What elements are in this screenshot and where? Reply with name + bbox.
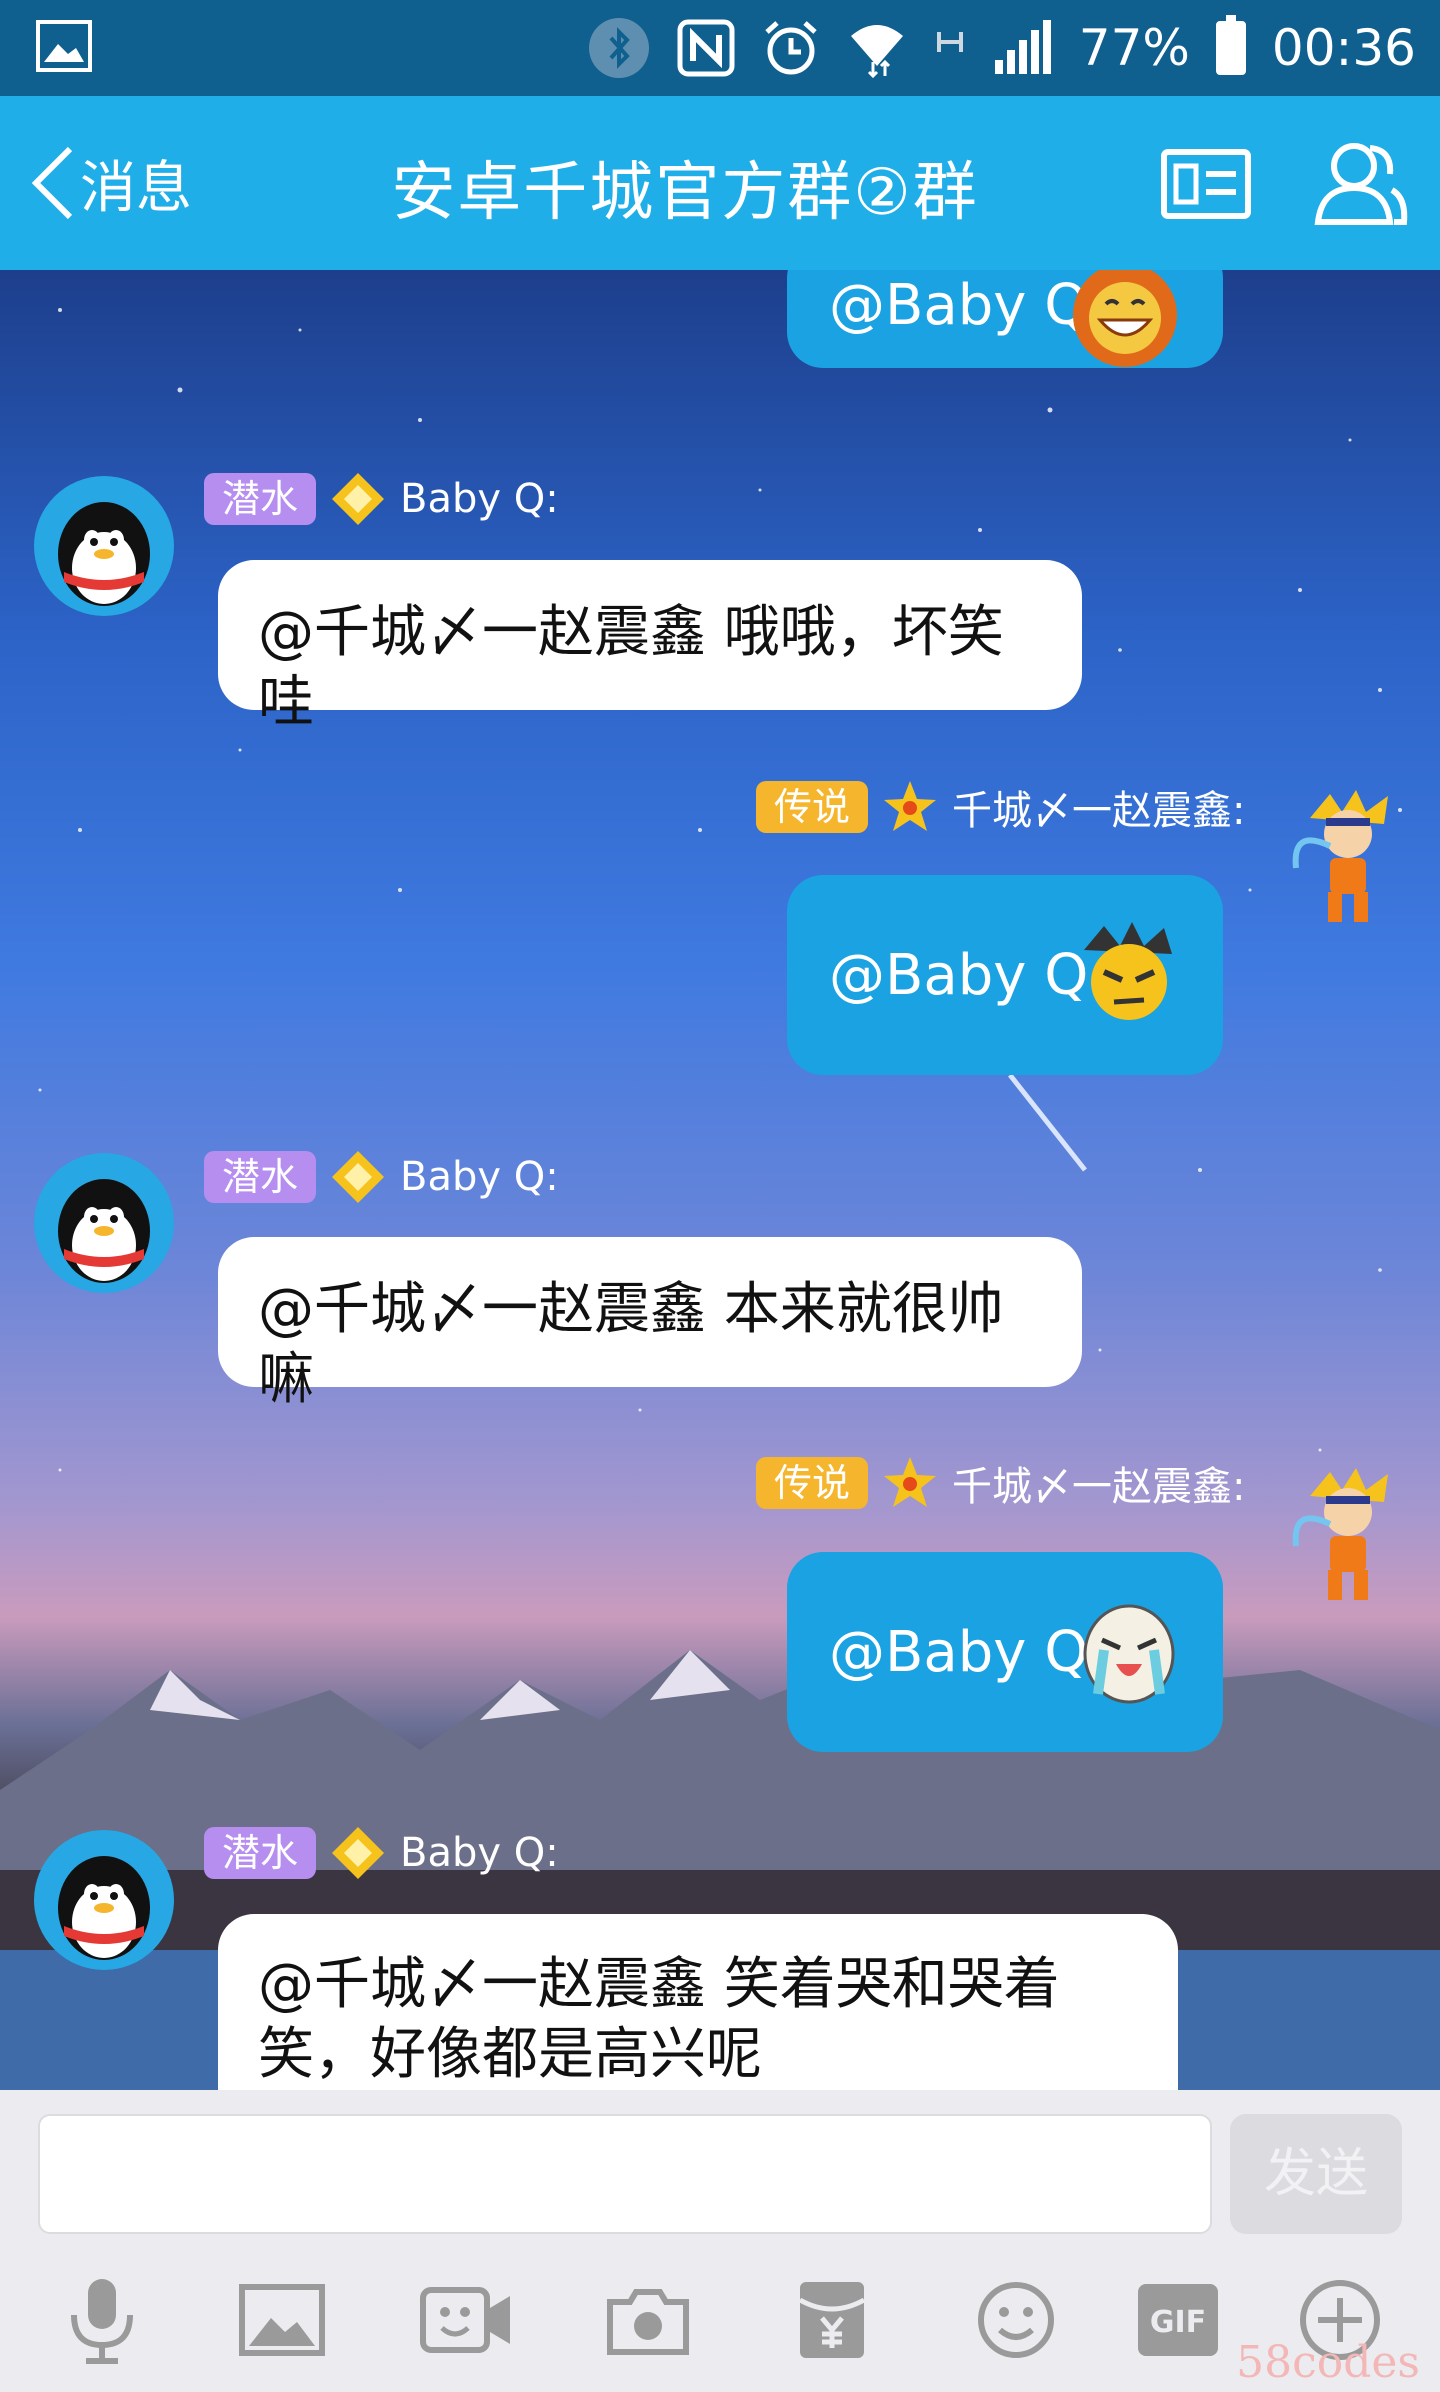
voice-button[interactable] xyxy=(52,2270,152,2370)
sender-name[interactable]: Baby Q: xyxy=(400,1154,559,1200)
sender-meta: 潜水 Baby Q: xyxy=(204,1150,559,1204)
message-text: @Baby Q xyxy=(829,272,1089,338)
message-text: @Baby Q xyxy=(829,942,1089,1008)
gallery-notification-icon xyxy=(36,20,92,72)
member-level-badge: 潜水 xyxy=(204,1827,317,1879)
nfc-icon xyxy=(677,19,735,77)
input-bar: 发送 GIF 58codes xyxy=(0,2090,1440,2392)
sender-meta: 传说 千城〆一赵震鑫: xyxy=(756,780,1246,834)
member-level-badge: 传说 xyxy=(756,1457,869,1509)
clock: 00:36 xyxy=(1271,19,1416,77)
image-button[interactable] xyxy=(232,2270,332,2370)
gif-button[interactable]: GIF xyxy=(1128,2270,1228,2370)
message-text: @Baby Q xyxy=(829,1619,1089,1685)
incoming-message-bubble[interactable]: @千城〆一赵震鑫 笑着哭和哭着 笑，好像都是高兴呢 xyxy=(218,1914,1178,2090)
smiley-icon xyxy=(978,2282,1054,2358)
incoming-message-bubble[interactable]: @千城〆一赵震鑫 哦哦，坏笑哇 xyxy=(218,560,1082,735)
naruto-avatar-icon[interactable] xyxy=(1290,788,1408,928)
angry-face-emoji-icon xyxy=(1084,922,1172,1020)
battery-icon xyxy=(1215,15,1246,75)
crying-face-emoji-icon xyxy=(1083,1604,1175,1704)
sender-name[interactable]: Baby Q: xyxy=(400,1830,559,1876)
naruto-avatar-icon[interactable] xyxy=(1290,1466,1408,1606)
camera-button[interactable] xyxy=(598,2270,698,2370)
chat-area[interactable]: @Baby Q 潜水 Baby Q: @千城〆一赵震鑫 哦哦，坏笑哇 传说 千城… xyxy=(0,270,1440,2090)
penguin-avatar-icon xyxy=(58,502,150,606)
sender-meta: 传说 千城〆一赵震鑫: xyxy=(756,1456,1246,1510)
gif-icon: GIF xyxy=(1138,2284,1218,2356)
sender-name[interactable]: 千城〆一赵震鑫: xyxy=(952,778,1245,836)
incoming-message-bubble[interactable]: @千城〆一赵震鑫 本来就很帅嘛 xyxy=(218,1237,1082,1412)
member-level-badge: 传说 xyxy=(756,781,869,833)
member-level-badge: 潜水 xyxy=(204,1151,317,1203)
diamond-star-icon xyxy=(332,473,385,525)
sender-name[interactable]: Baby Q: xyxy=(400,476,559,522)
video-camera-icon xyxy=(420,2287,510,2353)
camera-icon xyxy=(607,2289,689,2355)
battery-percent: 77% xyxy=(1078,19,1190,77)
message-input[interactable] xyxy=(38,2114,1212,2234)
emoji-button[interactable] xyxy=(966,2270,1066,2370)
member-level-badge: 潜水 xyxy=(204,473,317,525)
star-icon xyxy=(884,781,937,831)
sender-meta: 潜水 Baby Q: xyxy=(204,1826,559,1880)
group-members-icon[interactable] xyxy=(1312,136,1408,228)
penguin-avatar-icon xyxy=(58,1856,150,1960)
avatar[interactable] xyxy=(34,1830,174,1970)
red-packet-button[interactable] xyxy=(782,2270,882,2370)
penguin-avatar-icon xyxy=(58,1179,150,1283)
h-network-icon xyxy=(936,32,963,52)
input-toolbar: GIF xyxy=(0,2270,1440,2370)
wifi-icon xyxy=(850,25,903,78)
video-call-button[interactable] xyxy=(416,2270,516,2370)
message-text-line: @千城〆一赵震鑫 笑着哭和哭着 xyxy=(258,1952,1060,2017)
diamond-star-icon xyxy=(332,1827,385,1879)
status-bar: 77% 00:36 xyxy=(0,0,1440,96)
title-bar: 消息 安卓千城官方群②群 xyxy=(0,96,1440,270)
send-button[interactable]: 发送 xyxy=(1230,2114,1402,2234)
signal-icon xyxy=(994,20,1051,74)
avatar[interactable] xyxy=(34,476,174,616)
avatar[interactable] xyxy=(34,1153,174,1293)
sender-name[interactable]: 千城〆一赵震鑫: xyxy=(952,1454,1245,1512)
alarm-icon xyxy=(765,21,817,75)
diamond-star-icon xyxy=(332,1151,385,1203)
bluetooth-icon xyxy=(588,18,649,78)
laughing-lion-emoji-icon xyxy=(1073,270,1177,367)
microphone-icon xyxy=(71,2279,133,2364)
group-card-icon[interactable] xyxy=(1160,148,1252,220)
image-icon xyxy=(239,2284,325,2356)
watermark: 58codes xyxy=(1236,2337,1420,2388)
sender-meta: 潜水 Baby Q: xyxy=(204,472,559,526)
message-text-line: 笑，好像都是高兴呢 xyxy=(258,2022,762,2087)
gif-label: GIF xyxy=(1150,2305,1206,2340)
star-icon xyxy=(884,1457,937,1507)
red-packet-icon xyxy=(798,2282,866,2358)
